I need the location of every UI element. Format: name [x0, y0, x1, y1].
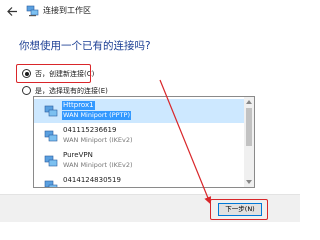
network-icon: [44, 180, 58, 187]
connection-list[interactable]: Httprox1 WAN Miniport (PPTP) 04111523661…: [33, 96, 255, 188]
list-item-connection[interactable]: PureVPN WAN Miniport (IKEv2): [34, 149, 244, 173]
list-item-connection[interactable]: 041115236619 WAN Miniport (IKEv2): [34, 124, 244, 148]
scroll-down-icon[interactable]: [246, 180, 252, 184]
option-create-new-label: 否，创建新连接(C): [35, 70, 95, 78]
next-button[interactable]: 下一步(N): [218, 203, 262, 216]
list-item-connection[interactable]: Httprox1 WAN Miniport (PPTP): [34, 99, 244, 123]
scroll-thumb[interactable]: [246, 108, 252, 146]
list-scrollbar[interactable]: [244, 97, 254, 187]
title-bar: 连接到工作区: [0, 0, 300, 22]
network-icon: [44, 105, 58, 117]
list-item-connection[interactable]: 0414124830519: [34, 174, 244, 187]
radio-use-existing[interactable]: [22, 86, 31, 95]
scroll-up-icon[interactable]: [246, 100, 252, 104]
connection-type: WAN Miniport (PPTP): [62, 111, 131, 120]
connection-type: WAN Miniport (IKEv2): [63, 136, 133, 144]
page-heading: 你想使用一个已有的连接吗?: [19, 40, 151, 52]
window-title: 连接到工作区: [43, 6, 91, 15]
connection-name: 041115236619: [63, 126, 117, 134]
connection-name: 0414124830519: [63, 176, 121, 184]
network-icon: [44, 130, 58, 142]
radio-create-new[interactable]: [22, 69, 31, 78]
connection-name: PureVPN: [63, 151, 93, 159]
network-workplace-icon: [26, 5, 39, 17]
back-arrow-icon[interactable]: [6, 5, 19, 18]
network-icon: [44, 155, 58, 167]
connection-type: WAN Miniport (IKEv2): [63, 161, 133, 169]
connection-name: Httprox1: [62, 101, 95, 110]
